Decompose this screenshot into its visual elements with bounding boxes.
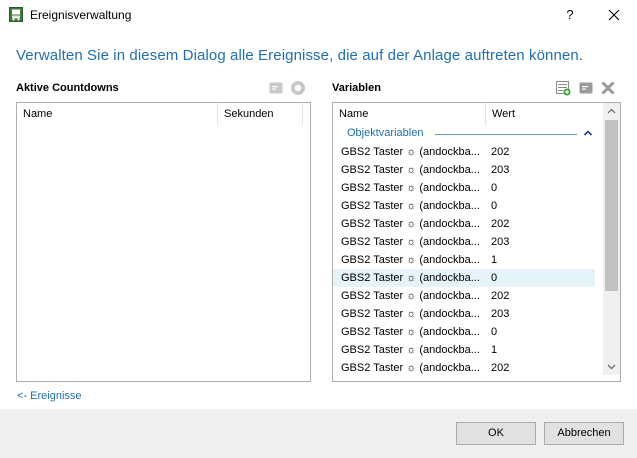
- table-row[interactable]: GBS2 Taster ☼ (andockba... 202: [333, 143, 595, 161]
- variable-value: 202: [491, 146, 510, 158]
- variable-value: 203: [491, 308, 510, 320]
- table-row[interactable]: GBS2 Taster ☼ (andockba... 0: [333, 179, 595, 197]
- table-row[interactable]: GBS2 Taster ☼ (andockba... 0: [333, 269, 595, 287]
- variable-value: 0: [491, 326, 498, 338]
- variable-name: GBS2 Taster ☼ (andockba...: [341, 236, 480, 248]
- variable-value: 0: [491, 272, 498, 284]
- variable-value: 203: [491, 164, 510, 176]
- variable-name: GBS2 Taster ☼ (andockba...: [341, 272, 480, 284]
- add-variable-icon[interactable]: [555, 80, 571, 96]
- variable-name: GBS2 Taster ☼ (andockba...: [341, 362, 480, 374]
- variable-value: 202: [491, 362, 510, 374]
- table-row[interactable]: GBS2 Taster ☼ (andockba... 202: [333, 215, 595, 233]
- variable-name: GBS2 Taster ☼ (andockba...: [341, 146, 480, 158]
- events-link[interactable]: <- Ereignisse: [17, 390, 82, 402]
- dialog-footer: OK Abbrechen: [0, 409, 637, 458]
- variables-table[interactable]: Name Wert Objektvariablen GBS2 Taster ☼ …: [332, 102, 621, 382]
- stop-icon[interactable]: [290, 80, 306, 96]
- table-row[interactable]: GBS2 Taster ☼ (andockba... 203: [333, 233, 595, 251]
- variable-value: 0: [491, 182, 498, 194]
- column-header-name[interactable]: Name: [333, 103, 485, 125]
- countdowns-title: Aktive Countdowns: [16, 82, 119, 94]
- variable-name: GBS2 Taster ☼ (andockba...: [341, 164, 480, 176]
- train-icon: [9, 7, 23, 22]
- countdowns-table[interactable]: Name Sekunden: [16, 102, 311, 382]
- scrollbar-thumb[interactable]: [605, 120, 618, 291]
- table-row[interactable]: GBS2 Taster ☼ (andockba... 202: [333, 287, 595, 305]
- variable-value: 1: [491, 344, 498, 356]
- table-row[interactable]: GBS2 Taster ☼ (andockba... 0: [333, 323, 595, 341]
- table-row[interactable]: GBS2 Taster ☼ (andockba... 1: [333, 251, 595, 269]
- variable-name: GBS2 Taster ☼ (andockba...: [341, 308, 480, 320]
- table-row[interactable]: GBS2 Taster ☼ (andockba... 0: [333, 197, 595, 215]
- edit-icon[interactable]: [578, 80, 594, 96]
- variables-title: Variablen: [332, 82, 381, 94]
- group-divider: [435, 134, 577, 135]
- variable-name: GBS2 Taster ☼ (andockba...: [341, 344, 480, 356]
- table-row[interactable]: GBS2 Taster ☼ (andockba... 203: [333, 161, 595, 179]
- title-bar: Ereignisverwaltung ?: [0, 0, 637, 30]
- delete-icon[interactable]: [600, 80, 616, 96]
- group-label: Objektvariablen: [347, 127, 424, 139]
- scroll-up-icon[interactable]: [603, 103, 620, 120]
- ok-button[interactable]: OK: [456, 422, 536, 445]
- chevron-up-icon[interactable]: [583, 127, 593, 139]
- table-row[interactable]: GBS2 Taster ☼ (andockba... 203: [333, 305, 595, 323]
- table-row[interactable]: GBS2 Taster ☼ (andockba... 1: [333, 341, 595, 359]
- column-header-seconds[interactable]: Sekunden: [218, 103, 302, 125]
- variable-name: GBS2 Taster ☼ (andockba...: [341, 254, 480, 266]
- window-title: Ereignisverwaltung: [30, 8, 132, 22]
- variable-name: GBS2 Taster ☼ (andockba...: [341, 290, 480, 302]
- edit-icon[interactable]: [268, 80, 284, 96]
- vertical-scrollbar[interactable]: [603, 103, 620, 375]
- variable-value: 0: [491, 200, 498, 212]
- close-icon[interactable]: [604, 5, 624, 25]
- variable-value: 203: [491, 236, 510, 248]
- variable-name: GBS2 Taster ☼ (andockba...: [341, 326, 480, 338]
- dialog-headline: Verwalten Sie in diesem Dialog alle Erei…: [16, 47, 584, 64]
- scroll-down-icon[interactable]: [603, 358, 620, 375]
- column-header-name[interactable]: Name: [17, 103, 217, 125]
- table-row[interactable]: GBS2 Taster ☼ (andockba... 202: [333, 359, 595, 377]
- variable-value: 1: [491, 254, 498, 266]
- column-separator[interactable]: [302, 103, 303, 125]
- variable-name: GBS2 Taster ☼ (andockba...: [341, 182, 480, 194]
- variable-name: GBS2 Taster ☼ (andockba...: [341, 200, 480, 212]
- variable-value: 202: [491, 218, 510, 230]
- variable-value: 202: [491, 290, 510, 302]
- group-header-objektvariablen[interactable]: Objektvariablen: [333, 125, 595, 143]
- cancel-button[interactable]: Abbrechen: [544, 422, 624, 445]
- variable-name: GBS2 Taster ☼ (andockba...: [341, 218, 480, 230]
- column-header-value[interactable]: Wert: [486, 103, 596, 125]
- help-button[interactable]: ?: [560, 5, 580, 25]
